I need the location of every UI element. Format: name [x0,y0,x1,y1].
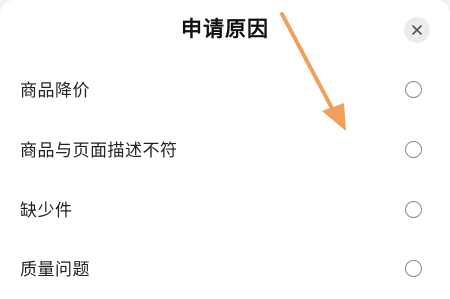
radio-button[interactable] [405,201,422,218]
radio-button[interactable] [405,81,422,98]
reason-option-price-drop[interactable]: 商品降价 [0,62,450,120]
reason-sheet: 申请原因 商品降价 商品与页面描述不符 缺少件 质量问题 [0,0,450,299]
close-icon [412,25,422,35]
reason-option-missing-parts[interactable]: 缺少件 [0,182,450,240]
reason-option-label: 商品降价 [20,81,90,101]
reason-option-label: 缺少件 [20,201,73,221]
reason-option-quality-issue[interactable]: 质量问题 [0,241,450,299]
radio-button[interactable] [405,260,422,277]
reason-option-not-as-described[interactable]: 商品与页面描述不符 [0,122,450,180]
radio-button[interactable] [405,141,422,158]
sheet-header: 申请原因 [0,0,450,62]
close-button[interactable] [404,17,430,43]
reason-option-label: 商品与页面描述不符 [20,141,178,161]
sheet-title: 申请原因 [181,17,269,41]
reason-option-label: 质量问题 [20,260,90,280]
